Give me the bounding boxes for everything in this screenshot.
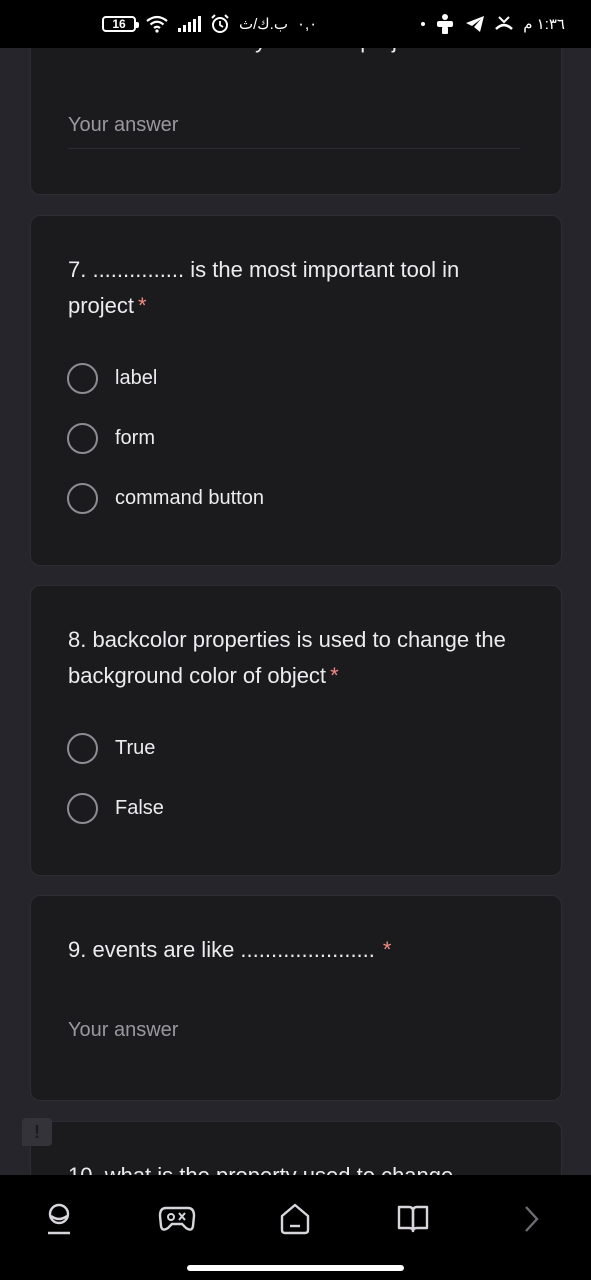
radio-button[interactable] (67, 363, 98, 394)
radio-button[interactable] (67, 793, 98, 824)
nav-profile[interactable] (29, 1196, 89, 1242)
whatsapp-missed-icon (495, 16, 514, 30)
network-speed: ٠,٠ (296, 16, 318, 33)
required-asterisk: * (382, 937, 392, 962)
question-card-8: 8. backcolor properties is used to chang… (30, 585, 562, 876)
answer-input[interactable]: Your answer (68, 114, 178, 137)
question-text: 9. events are like .....................… (68, 937, 375, 962)
home-indicator[interactable] (187, 1265, 404, 1271)
question-card-9: 9. events are like .....................… (30, 895, 562, 1101)
profile-icon (48, 1203, 70, 1235)
report-feedback-icon[interactable]: ! (22, 1118, 52, 1146)
question-card-10: 10. what is the property used to change (30, 1121, 562, 1175)
option-text: form (115, 427, 155, 449)
dot-icon (421, 22, 426, 26)
games-icon (158, 1206, 196, 1231)
radio-button[interactable] (67, 733, 98, 764)
network-speed-unit: ب.ك/ث (239, 16, 288, 33)
library-icon (397, 1205, 429, 1233)
option-text: False (115, 797, 164, 819)
required-asterisk: * (330, 663, 339, 688)
option-form[interactable]: form (67, 423, 155, 454)
chevron-right-icon (525, 1206, 539, 1232)
form-scroll-area[interactable]: 6. there are two ways to save project Yo… (0, 0, 591, 1175)
nav-next[interactable] (501, 1196, 561, 1242)
question-text: 8. backcolor properties is used to chang… (68, 627, 506, 688)
alarm-icon (211, 14, 229, 33)
option-label[interactable]: label (67, 363, 157, 394)
option-text: True (115, 737, 156, 759)
battery-icon: 16 (102, 16, 139, 32)
question-title: 7. ............... is the most important… (68, 252, 530, 324)
radio-button[interactable] (67, 483, 98, 514)
bottom-nav-bar (0, 1175, 591, 1280)
app-notification-icon (437, 14, 454, 34)
answer-input[interactable]: Your answer (68, 1019, 178, 1042)
radio-button[interactable] (67, 423, 98, 454)
option-text: label (115, 367, 158, 389)
question-title: 10. what is the property used to change (68, 1158, 530, 1175)
option-command-button[interactable]: command button (67, 483, 264, 514)
signal-icon (178, 16, 201, 32)
home-icon (280, 1203, 310, 1235)
question-title: 8. backcolor properties is used to chang… (68, 622, 530, 694)
nav-library[interactable] (383, 1196, 443, 1242)
nav-home[interactable] (265, 1196, 325, 1242)
nav-games[interactable] (147, 1196, 207, 1242)
clock: ١:٣٦ م (523, 16, 565, 33)
status-left: 16 ب.ك/ث ٠,٠ (102, 14, 317, 34)
required-asterisk: * (138, 293, 147, 318)
status-bar: 16 ب.ك/ث ٠,٠ ١:٣٦ م (0, 0, 591, 48)
status-right: ١:٣٦ م (421, 13, 565, 35)
question-card-7: 7. ............... is the most important… (30, 215, 562, 566)
question-text: 7. ............... is the most important… (68, 257, 460, 318)
answer-underline (68, 148, 520, 149)
option-true[interactable]: True (67, 733, 155, 764)
option-false[interactable]: False (67, 793, 164, 824)
telegram-icon (466, 16, 485, 32)
option-text: command button (115, 487, 264, 509)
question-title: 9. events are like .....................… (68, 932, 530, 968)
wifi-icon (146, 15, 168, 33)
